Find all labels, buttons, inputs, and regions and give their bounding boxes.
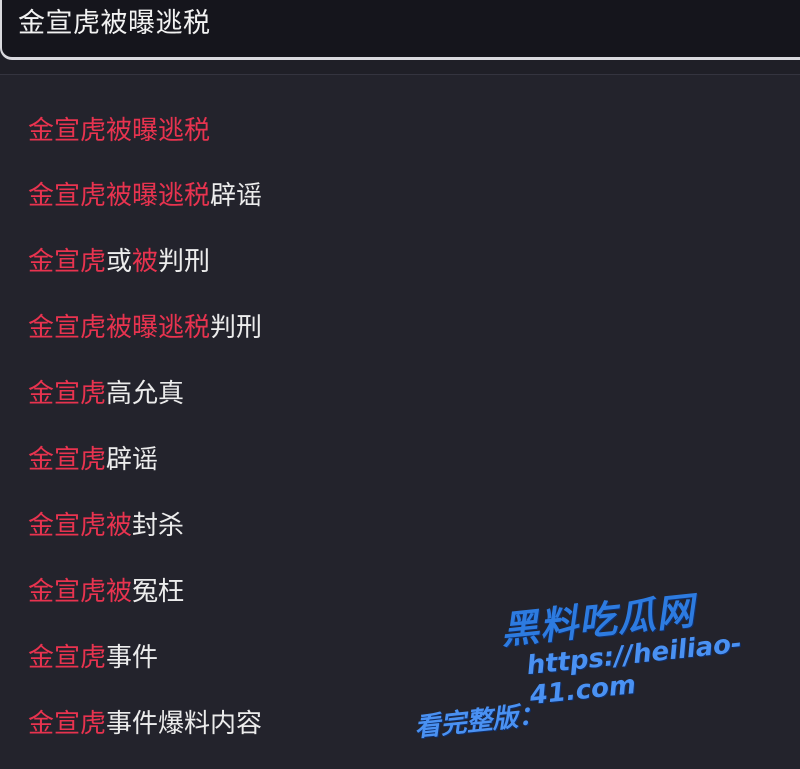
suggestion-highlight: 金宣虎 — [28, 379, 107, 409]
suggestion-rest: 辟谣 — [210, 181, 263, 211]
suggestion-item[interactable]: 金宣虎辟谣 — [28, 440, 158, 480]
suggestion-item[interactable]: 金宣虎被曝逃税辟谣 — [28, 176, 262, 216]
suggestion-highlight: 金宣虎 — [28, 445, 107, 475]
search-input[interactable]: 金宣虎被曝逃税 — [18, 6, 211, 42]
watermark-prefix: 看完整版： — [413, 699, 546, 744]
suggestion-highlight: 金宣虎被曝逃税 — [28, 116, 211, 146]
suggestion-rest: 冤枉 — [132, 577, 185, 607]
suggestion-rest: 封杀 — [132, 511, 185, 541]
suggestion-highlight: 金宣虎被曝逃税 — [28, 181, 211, 211]
suggestion-item[interactable]: 金宣虎被曝逃税判刑 — [28, 308, 262, 348]
suggestion-rest: 辟谣 — [106, 445, 159, 475]
suggestion-item[interactable]: 金宣虎事件爆料内容 — [28, 704, 262, 744]
suggestion-item[interactable]: 金宣虎被冤枉 — [28, 572, 184, 612]
suggestion-item[interactable]: 金宣虎或被判刑 — [28, 242, 210, 282]
suggestion-item[interactable]: 金宣虎被封杀 — [28, 506, 184, 546]
suggestion-highlight: 金宣虎 — [28, 247, 107, 277]
search-bar[interactable]: 金宣虎被曝逃税 — [0, 0, 800, 60]
suggestion-item[interactable]: 金宣虎高允真 — [28, 374, 184, 414]
suggestion-highlight: 被 — [132, 247, 159, 277]
suggestion-highlight: 金宣虎被 — [28, 577, 133, 607]
suggestion-rest: 判刑 — [158, 247, 211, 277]
suggestion-rest: 事件 — [106, 643, 159, 673]
suggestion-item[interactable]: 金宣虎被曝逃税 — [28, 111, 210, 151]
suggestion-item[interactable]: 金宣虎事件 — [28, 638, 158, 678]
suggestion-rest: 事件爆料内容 — [106, 709, 263, 739]
suggestion-mid: 或 — [106, 247, 133, 277]
suggestion-highlight: 金宣虎被曝逃税 — [28, 313, 211, 343]
suggestion-rest: 判刑 — [210, 313, 263, 343]
suggestion-highlight: 金宣虎被 — [28, 511, 133, 541]
suggestion-highlight: 金宣虎 — [28, 643, 107, 673]
suggestion-rest: 高允真 — [106, 379, 185, 409]
suggestion-highlight: 金宣虎 — [28, 709, 107, 739]
